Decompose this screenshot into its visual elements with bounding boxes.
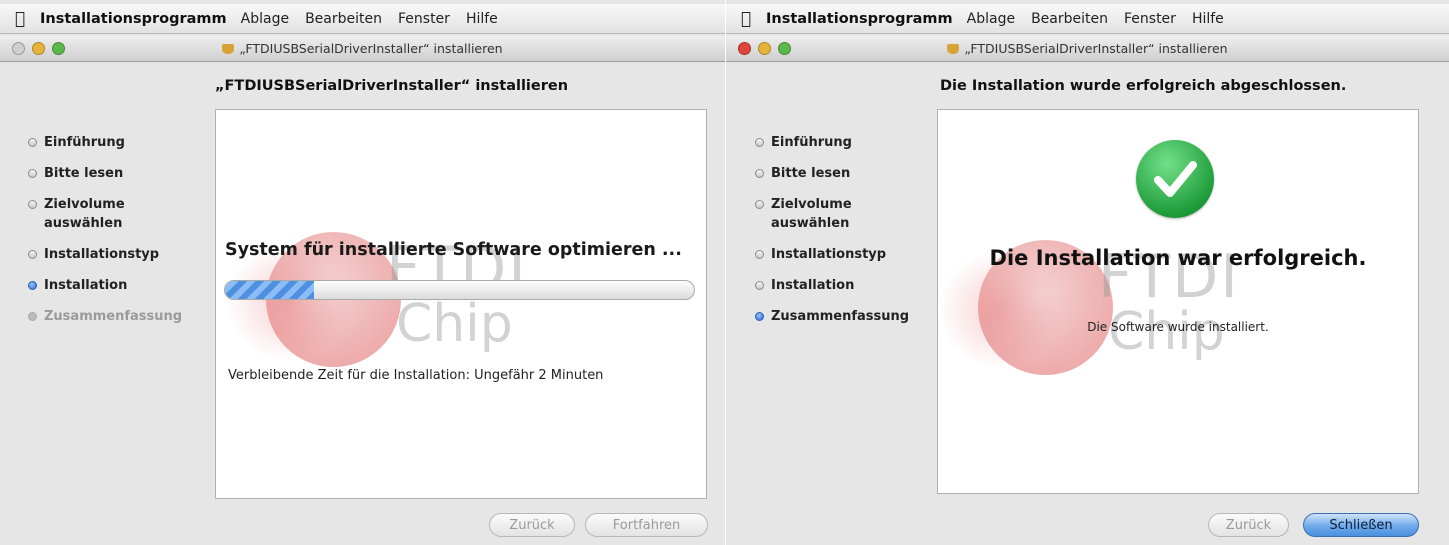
step-label: Zusammenfassung (44, 309, 183, 324)
back-button[interactable]: Zurück (1208, 513, 1289, 537)
step-bullet-icon (28, 169, 37, 178)
window-title-text: „FTDIUSBSerialDriverInstaller“ installie… (239, 41, 503, 56)
menu-fenster[interactable]: Fenster (398, 11, 450, 27)
success-checkmark-icon (1136, 140, 1214, 218)
installer-window-progress:  Installationsprogramm Ablage Bearbeite… (0, 0, 725, 545)
apple-menu-icon[interactable]:  (0, 9, 40, 29)
remaining-time-text: Verbleibende Zeit für die Installation: … (228, 368, 604, 383)
menu-bearbeiten[interactable]: Bearbeiten (305, 11, 382, 27)
step-label: Installationstyp (771, 247, 887, 262)
content-pane: FTDI Chip System für installierte Softwa… (215, 109, 707, 499)
step-bullet-icon (755, 169, 764, 178)
menu-ablage[interactable]: Ablage (241, 11, 289, 27)
step-einfuehrung: Einführung (755, 133, 909, 152)
step-installation: Installation (755, 276, 909, 295)
installer-window-complete:  Installationsprogramm Ablage Bearbeite… (726, 0, 1449, 545)
installer-steps: Einführung Bitte lesen Zielvolume auswäh… (755, 133, 909, 338)
step-label: Zielvolume auswählen (771, 197, 852, 231)
step-bullet-active-icon (755, 312, 764, 321)
step-zusammenfassung: Zusammenfassung (28, 307, 182, 326)
menu-hilfe[interactable]: Hilfe (466, 11, 498, 27)
menu-bar:  Installationsprogramm Ablage Bearbeite… (726, 4, 1449, 34)
step-label: Bitte lesen (44, 166, 124, 181)
step-label: Einführung (44, 135, 125, 150)
menu-ablage[interactable]: Ablage (967, 11, 1015, 27)
progress-bar (224, 280, 695, 300)
logo-chip-text: Chip (396, 294, 513, 354)
menu-hilfe[interactable]: Hilfe (1192, 11, 1224, 27)
content-pane: FTDI Chip Die Installation war erfolgrei… (937, 109, 1419, 494)
step-bullet-icon (28, 200, 37, 209)
step-bullet-active-icon (28, 281, 37, 290)
step-installationstyp: Installationstyp (755, 245, 909, 264)
menu-bar:  Installationsprogramm Ablage Bearbeite… (0, 4, 725, 34)
package-icon (222, 44, 235, 54)
title-bar: „FTDIUSBSerialDriverInstaller“ installie… (726, 36, 1449, 62)
package-icon (947, 44, 960, 54)
step-bullet-icon (755, 281, 764, 290)
step-bullet-icon (28, 138, 37, 147)
page-heading: „FTDIUSBSerialDriverInstaller“ installie… (215, 78, 569, 94)
step-installation: Installation (28, 276, 182, 295)
step-label: Installation (771, 278, 855, 293)
window-title-text: „FTDIUSBSerialDriverInstaller“ installie… (964, 41, 1228, 56)
step-label: Zusammenfassung (771, 309, 910, 324)
menu-app-name[interactable]: Installationsprogramm (766, 11, 953, 27)
success-message: Die Software wurde installiert. (1087, 320, 1269, 334)
step-label: Installation (44, 278, 128, 293)
window-title: „FTDIUSBSerialDriverInstaller“ installie… (0, 41, 725, 56)
status-text: System für installierte Software optimie… (225, 240, 682, 260)
page-heading: Die Installation wurde erfolgreich abges… (940, 78, 1347, 94)
close-button[interactable]: Schließen (1303, 513, 1419, 537)
step-bullet-icon (755, 250, 764, 259)
step-bitte-lesen: Bitte lesen (28, 164, 182, 183)
progress-fill (225, 281, 315, 299)
back-button[interactable]: Zurück (489, 513, 575, 537)
step-label: Installationstyp (44, 247, 160, 262)
window-title: „FTDIUSBSerialDriverInstaller“ installie… (726, 41, 1449, 56)
step-bullet-icon (28, 250, 37, 259)
step-zielvolume: Zielvolume auswählen (28, 195, 133, 233)
success-title: Die Installation war erfolgreich. (989, 246, 1367, 270)
step-label: Einführung (771, 135, 852, 150)
step-einfuehrung: Einführung (28, 133, 182, 152)
title-bar: „FTDIUSBSerialDriverInstaller“ installie… (0, 36, 725, 62)
menu-bearbeiten[interactable]: Bearbeiten (1031, 11, 1108, 27)
menu-app-name[interactable]: Installationsprogramm (40, 11, 227, 27)
step-label: Bitte lesen (771, 166, 851, 181)
step-zielvolume: Zielvolume auswählen (755, 195, 860, 233)
continue-button[interactable]: Fortfahren (585, 513, 708, 537)
step-installationstyp: Installationstyp (28, 245, 182, 264)
step-bitte-lesen: Bitte lesen (755, 164, 909, 183)
installer-steps: Einführung Bitte lesen Zielvolume auswäh… (28, 133, 182, 338)
step-bullet-icon (28, 312, 37, 321)
menu-fenster[interactable]: Fenster (1124, 11, 1176, 27)
step-bullet-icon (755, 200, 764, 209)
step-zusammenfassung: Zusammenfassung (755, 307, 909, 326)
step-bullet-icon (755, 138, 764, 147)
apple-menu-icon[interactable]:  (726, 9, 766, 29)
step-label: Zielvolume auswählen (44, 197, 125, 231)
